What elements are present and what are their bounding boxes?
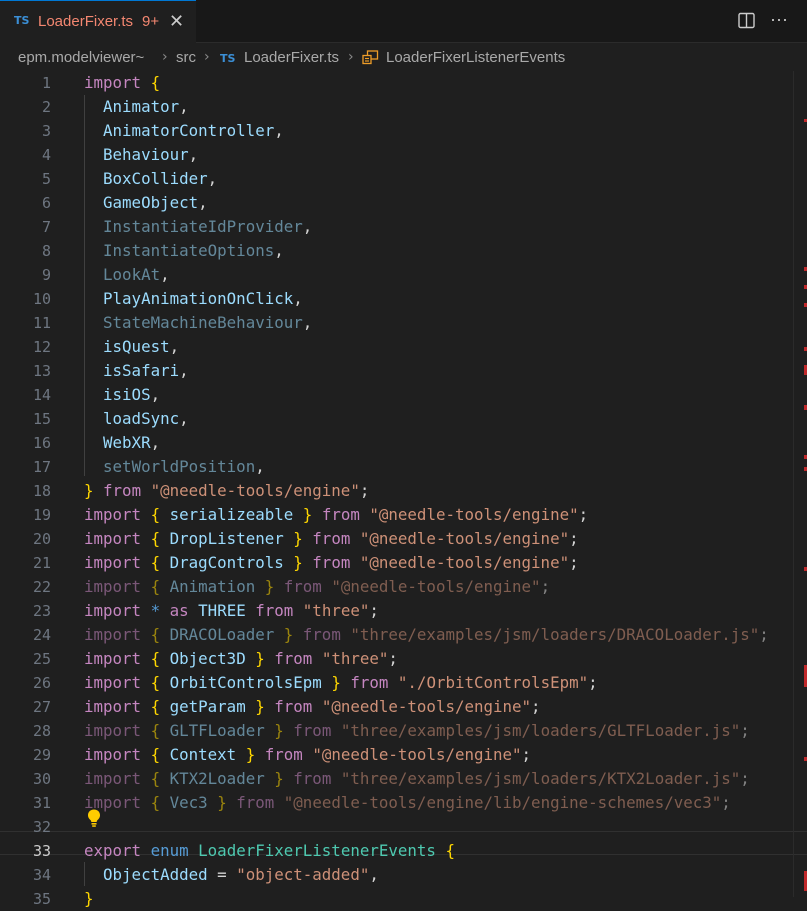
code-line[interactable]: 34 ObjectAdded = "object-added",	[0, 863, 807, 887]
code-line[interactable]: 24 import { DRACOLoader } from "three/exa…	[0, 623, 807, 647]
line-number: 10	[32, 290, 51, 308]
code-line[interactable]: 8 InstantiateOptions,	[0, 239, 807, 263]
code-line[interactable]: 26 import { OrbitControlsEpm } from "./Or…	[0, 671, 807, 695]
code-line[interactable]: 10 PlayAnimationOnClick,	[0, 287, 807, 311]
chevron-right-icon: ›	[162, 49, 168, 65]
code-line[interactable]: 33 export enum LoaderFixerListenerEvents …	[0, 839, 807, 863]
problems-count-badge: 9+	[142, 13, 160, 30]
line-number: 30	[32, 770, 51, 788]
code-line[interactable]: 29 import { Context } from "@needle-tools…	[0, 743, 807, 767]
line-number: 13	[32, 362, 51, 380]
line-number: 3	[41, 122, 51, 140]
breadcrumb: epm.modelviewer~ › src › TS LoaderFixer.…	[0, 44, 807, 71]
code-line[interactable]: 25 import { Object3D } from "three";	[0, 647, 807, 671]
code-line[interactable]: 17 setWorldPosition,	[0, 455, 807, 479]
line-number: 18	[32, 482, 51, 500]
line-number: 17	[32, 458, 51, 476]
code-line[interactable]: 3 AnimatorController,	[0, 119, 807, 143]
line-number: 22	[32, 578, 51, 596]
code-editor[interactable]: 1 import { 2 Animator, 3 AnimatorControll…	[0, 71, 807, 908]
close-icon[interactable]: ✕	[169, 11, 184, 31]
code-line[interactable]: 2 Animator,	[0, 95, 807, 119]
code-line[interactable]: 28 import { GLTFLoader } from "three/exam…	[0, 719, 807, 743]
code-line[interactable]: 5 BoxCollider,	[0, 167, 807, 191]
code-line[interactable]: 7 InstantiateIdProvider,	[0, 215, 807, 239]
line-number: 15	[32, 410, 51, 428]
typescript-icon: TS	[14, 14, 30, 27]
tab-loaderfixer[interactable]: TS LoaderFixer.ts 9+ ✕	[0, 0, 196, 43]
line-number: 25	[32, 650, 51, 668]
breadcrumb-file[interactable]: LoaderFixer.ts	[244, 49, 339, 66]
chevron-right-icon: ›	[348, 49, 354, 65]
code-line[interactable]: 4 Behaviour,	[0, 143, 807, 167]
code-line[interactable]: 20 import { DropListener } from "@needle-…	[0, 527, 807, 551]
typescript-icon: TS	[220, 52, 236, 65]
editor-scrollbar[interactable]	[793, 71, 807, 897]
line-number: 11	[32, 314, 51, 332]
code-line[interactable]: 1 import {	[0, 71, 807, 95]
code-line[interactable]: 30 import { KTX2Loader } from "three/exam…	[0, 767, 807, 791]
code-line[interactable]: 21 import { DragControls } from "@needle-…	[0, 551, 807, 575]
line-number: 24	[32, 626, 51, 644]
line-number: 8	[41, 242, 51, 260]
line-number: 20	[32, 530, 51, 548]
code-line[interactable]: 9 LookAt,	[0, 263, 807, 287]
split-editor-icon[interactable]	[738, 12, 755, 29]
more-actions-icon[interactable]: ···	[770, 9, 788, 30]
line-number: 4	[41, 146, 51, 164]
code-line[interactable]: 11 StateMachineBehaviour,	[0, 311, 807, 335]
code-line[interactable]: 14 isiOS,	[0, 383, 807, 407]
line-number: 12	[32, 338, 51, 356]
line-number: 34	[32, 866, 51, 884]
breadcrumb-symbol[interactable]: LoaderFixerListenerEvents	[386, 49, 565, 66]
line-number: 21	[32, 554, 51, 572]
line-number: 14	[32, 386, 51, 404]
code-line[interactable]: 12 isQuest,	[0, 335, 807, 359]
chevron-right-icon: ›	[204, 49, 210, 65]
line-number: 27	[32, 698, 51, 716]
enum-icon	[362, 50, 379, 65]
code-line[interactable]: 16 WebXR,	[0, 431, 807, 455]
line-number: 1	[41, 74, 51, 92]
line-number: 6	[41, 194, 51, 212]
line-number: 16	[32, 434, 51, 452]
code-line[interactable]: 18} from "@needle-tools/engine";	[0, 479, 807, 503]
code-line[interactable]: 6 GameObject,	[0, 191, 807, 215]
line-number: 19	[32, 506, 51, 524]
code-line[interactable]: 22 import { Animation } from "@needle-too…	[0, 575, 807, 599]
code-line[interactable]: 23 import * as THREE from "three";	[0, 599, 807, 623]
line-number: 2	[41, 98, 51, 116]
code-line[interactable]: 15 loadSync,	[0, 407, 807, 431]
breadcrumb-folder[interactable]: src	[176, 49, 196, 66]
tab-bar: TS LoaderFixer.ts 9+ ✕ ···	[0, 0, 807, 43]
code-line[interactable]: 13 isSafari,	[0, 359, 807, 383]
line-number: 35	[32, 890, 51, 908]
code-line[interactable]: 31 import { Vec3 } from "@needle-tools/en…	[0, 791, 807, 815]
line-number: 28	[32, 722, 51, 740]
code-line[interactable]: 35}	[0, 887, 807, 911]
line-number: 9	[41, 266, 51, 284]
code-line[interactable]: 32	[0, 815, 807, 839]
line-number: 26	[32, 674, 51, 692]
lightbulb-icon[interactable]	[86, 808, 102, 828]
breadcrumb-root[interactable]: epm.modelviewer~	[18, 49, 144, 66]
line-number: 23	[32, 602, 51, 620]
line-number: 31	[32, 794, 51, 812]
line-number: 33	[32, 842, 51, 860]
tab-label: LoaderFixer.ts	[38, 13, 134, 30]
line-number: 29	[32, 746, 51, 764]
line-number: 32	[32, 818, 51, 836]
code-line[interactable]: 27 import { getParam } from "@needle-tool…	[0, 695, 807, 719]
line-number: 5	[41, 170, 51, 188]
code-line[interactable]: 19 import { serializeable } from "@needle…	[0, 503, 807, 527]
line-number: 7	[41, 218, 51, 236]
